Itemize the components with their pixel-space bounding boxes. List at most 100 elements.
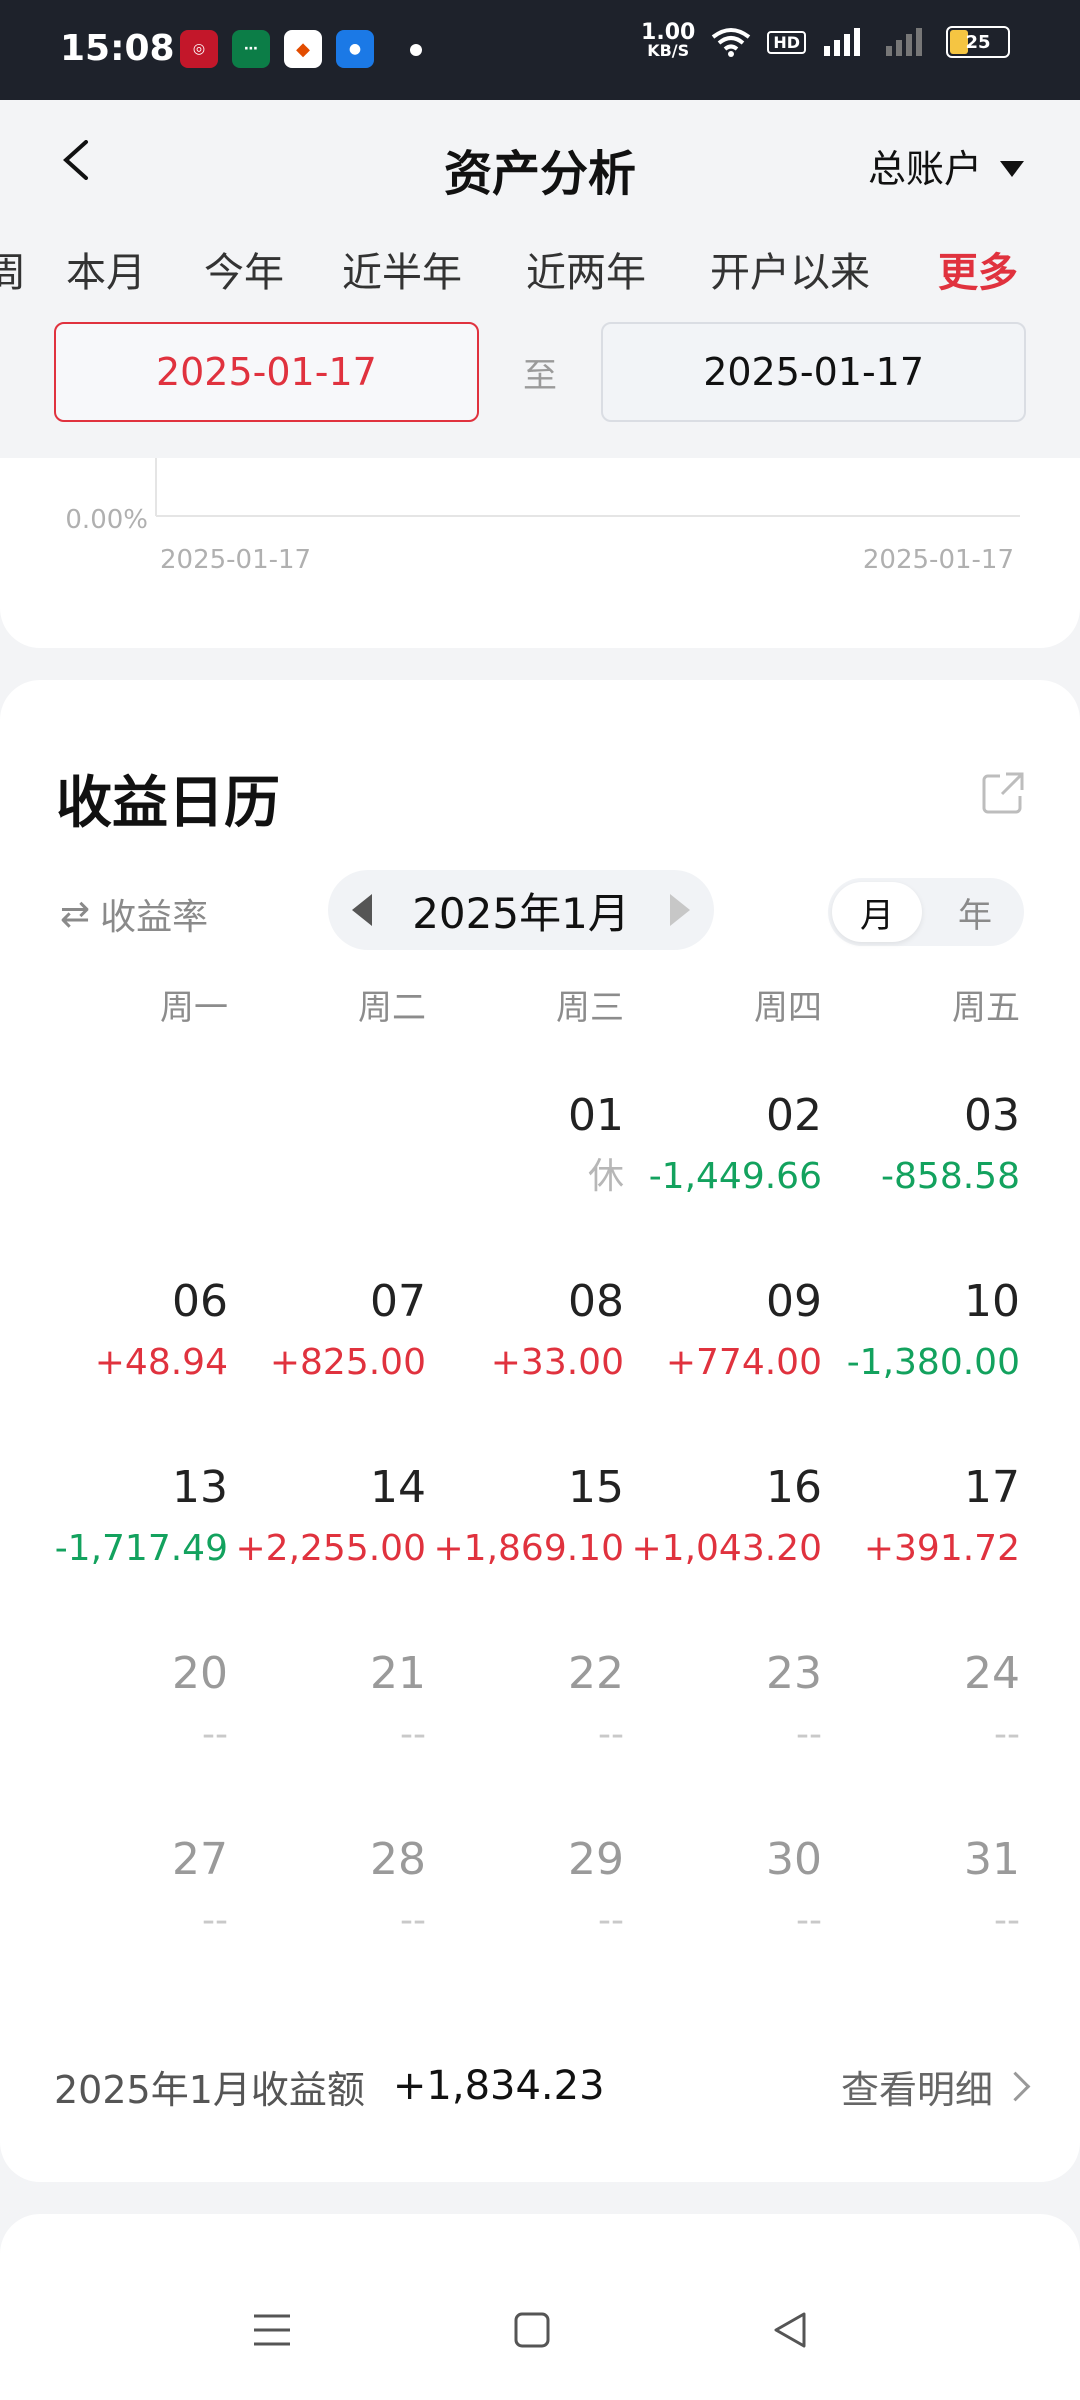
calendar-day-cell[interactable]: 13 -1,717.49 [22, 1462, 228, 1572]
day-number: 21 [370, 1648, 426, 1699]
day-number: 31 [964, 1834, 1020, 1885]
day-profit: 休 [587, 1156, 624, 1197]
prev-month-icon[interactable] [352, 894, 373, 926]
calendar-day-cell[interactable]: 27 -- [22, 1834, 228, 1944]
tab-this-year[interactable]: 今年 [204, 240, 284, 298]
day-profit: +774.00 [665, 1342, 822, 1383]
calendar-day-cell[interactable]: 28 -- [220, 1834, 426, 1944]
back-nav-icon[interactable] [770, 2310, 810, 2350]
start-date-field[interactable]: 2025-01-17 [54, 322, 479, 422]
calendar-day-cell[interactable]: 24 -- [814, 1648, 1020, 1758]
view-detail-link[interactable]: 查看明细 [841, 2059, 1031, 2114]
date-range: 2025-01-17 至 2025-01-17 [54, 322, 1026, 422]
rate-toggle-label: 收益率 [100, 897, 209, 938]
menu-nav-icon[interactable] [252, 2310, 292, 2350]
day-profit: +391.72 [863, 1528, 1020, 1569]
tab-since-open[interactable]: 开户以来 [710, 240, 870, 298]
share-icon[interactable] [980, 770, 1026, 816]
battery-icon: 25 [946, 26, 1010, 58]
network-speed: 1.00 KB/S [641, 20, 696, 60]
calendar-day-cell[interactable]: 16 +1,043.20 [616, 1462, 822, 1572]
weekday-fri: 周五 [952, 988, 1020, 1028]
hd-icon: HD [767, 30, 806, 54]
day-number: 06 [172, 1276, 228, 1327]
day-profit: -858.58 [881, 1156, 1020, 1197]
x-tick-label-end: 2025-01-17 [863, 545, 1014, 575]
day-number: 23 [766, 1648, 822, 1699]
account-selector[interactable]: 总账户 [868, 138, 1024, 193]
day-number: 27 [172, 1834, 228, 1885]
calendar-day-cell[interactable]: 15 +1,869.10 [418, 1462, 624, 1572]
day-number: 28 [370, 1834, 426, 1885]
wifi-icon [712, 28, 751, 57]
view-year-option[interactable]: 年 [926, 878, 1024, 946]
day-profit: -- [796, 1714, 822, 1755]
calendar-day-cell[interactable]: 14 +2,255.00 [220, 1462, 426, 1572]
day-number: 08 [568, 1276, 624, 1327]
calendar-day-cell[interactable]: 01 休 [418, 1090, 624, 1200]
view-month-option[interactable]: 月 [832, 882, 922, 942]
return-chart-card: 0.00% 2025-01-17 2025-01-17 [0, 458, 1080, 648]
calendar-controls: ⇄ 收益率 2025年1月 月 年 [0, 870, 1080, 950]
calendar-day-cell[interactable]: 03 -858.58 [814, 1090, 1020, 1200]
calendar-day-cell[interactable]: 10 -1,380.00 [814, 1276, 1020, 1386]
calendar-day-cell[interactable]: 22 -- [418, 1648, 624, 1758]
calendar-day-cell[interactable]: 30 -- [616, 1834, 822, 1944]
day-profit: -- [796, 1900, 822, 1941]
day-profit: -- [202, 1900, 228, 1941]
day-number: 07 [370, 1276, 426, 1327]
day-profit: -1,449.66 [648, 1156, 822, 1197]
weekday-thu: 周四 [754, 988, 822, 1028]
caret-down-icon [1000, 160, 1024, 177]
day-profit: -- [202, 1714, 228, 1755]
month-label: 2025年1月 [412, 888, 630, 938]
day-profit: -1,717.49 [54, 1528, 228, 1569]
day-profit: -- [598, 1900, 624, 1941]
signal-5g-icon [824, 28, 860, 56]
tab-this-month[interactable]: 本月 [66, 240, 146, 298]
calendar-day-cell[interactable]: 08 +33.00 [418, 1276, 624, 1386]
month-summary: 2025年1月收益额 +1,834.23 查看明细 [54, 2056, 1031, 2116]
calendar-day-cell[interactable]: 07 +825.00 [220, 1276, 426, 1386]
status-time: 15:08 [60, 28, 175, 69]
home-nav-icon[interactable] [512, 2310, 552, 2350]
summary-amount: +1,834.23 [392, 2063, 605, 2109]
day-number: 03 [964, 1090, 1020, 1141]
weekday-tue: 周二 [358, 988, 426, 1028]
tab-two-years[interactable]: 近两年 [526, 240, 646, 298]
day-profit: +825.00 [269, 1342, 426, 1383]
end-date-field[interactable]: 2025-01-17 [601, 322, 1026, 422]
calendar-day-cell[interactable]: 20 -- [22, 1648, 228, 1758]
tab-week[interactable]: 周 [0, 240, 26, 298]
calendar-day-cell[interactable]: 23 -- [616, 1648, 822, 1758]
calendar-day-cell[interactable]: 02 -1,449.66 [616, 1090, 822, 1200]
weekday-mon: 周一 [160, 988, 228, 1028]
chevron-right-icon [1000, 2071, 1031, 2101]
oppo-app-icon: ⋯ [232, 30, 270, 68]
tab-half-year[interactable]: 近半年 [342, 240, 462, 298]
tab-more[interactable]: 更多 [938, 240, 1018, 298]
more-notifications-dot-icon [410, 44, 422, 56]
swap-icon: ⇄ [60, 893, 91, 935]
day-number: 20 [172, 1648, 228, 1699]
bank-app-icon: ◎ [180, 30, 218, 68]
day-number: 09 [766, 1276, 822, 1327]
day-number: 15 [568, 1462, 624, 1513]
calendar-day-cell[interactable]: 09 +774.00 [616, 1276, 822, 1386]
day-number: 10 [964, 1276, 1020, 1327]
calendar-day-cell[interactable]: 21 -- [220, 1648, 426, 1758]
calendar-day-cell[interactable]: 29 -- [418, 1834, 624, 1944]
calendar-day-cell[interactable]: 06 +48.94 [22, 1276, 228, 1386]
next-month-icon[interactable] [669, 894, 690, 926]
rate-toggle[interactable]: ⇄ 收益率 [60, 888, 208, 940]
day-profit: +1,043.20 [631, 1528, 822, 1569]
account-label: 总账户 [867, 147, 982, 191]
calendar-day-cell[interactable]: 17 +391.72 [814, 1462, 1020, 1572]
day-number: 17 [964, 1462, 1020, 1513]
weekday-wed: 周三 [556, 988, 624, 1028]
calendar-day-cell[interactable]: 31 -- [814, 1834, 1020, 1944]
notification-icons: ◎ ⋯ ◆ ● [180, 30, 374, 68]
day-number: 16 [766, 1462, 822, 1513]
day-profit: -- [994, 1900, 1020, 1941]
day-profit: +1,869.10 [433, 1528, 624, 1569]
